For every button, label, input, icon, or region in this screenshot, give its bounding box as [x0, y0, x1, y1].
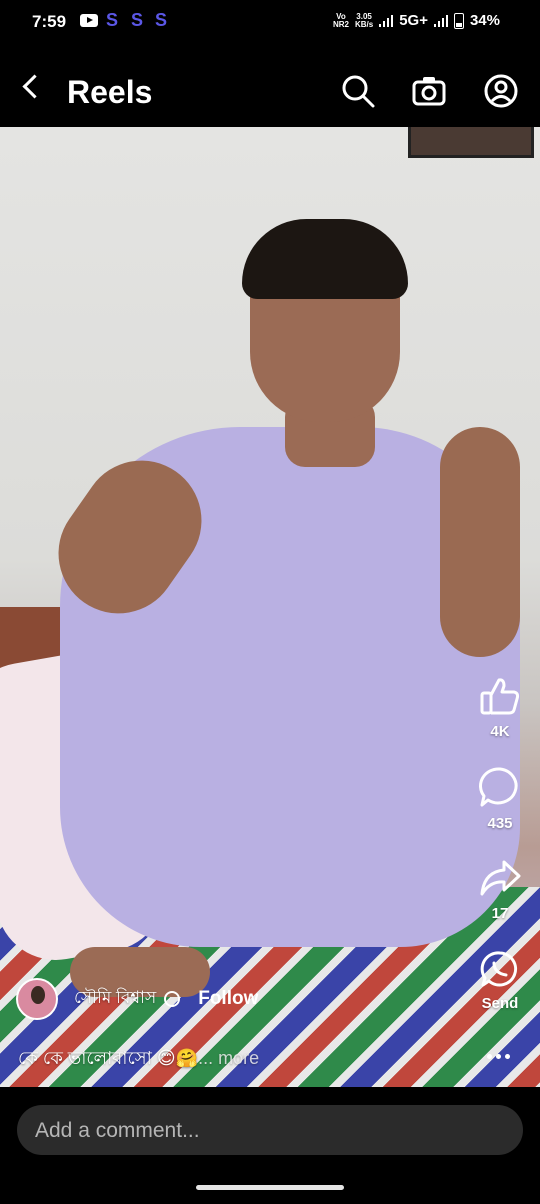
follow-button[interactable]: Follow — [198, 988, 258, 1010]
profile-icon[interactable] — [484, 74, 518, 108]
comment-button[interactable]: 435 — [460, 766, 540, 832]
status-bar: 7:59 S S S Vo NR2 3.05 KB/s 5G+ 34% — [0, 0, 540, 46]
s-notification-icon: S — [131, 10, 144, 30]
youtube-icon — [80, 14, 98, 27]
s-notification-icon: S — [155, 10, 168, 30]
thumbs-up-icon — [480, 678, 520, 715]
bottom-bar: Add a comment... — [0, 1087, 540, 1204]
caption-text: কে কে ভালোবাসো 😊🤗 — [18, 1048, 199, 1068]
battery-level: 34% — [469, 12, 500, 29]
creator-row: সৌমি বিশ্বাস Follow — [16, 978, 258, 1020]
person-arm — [440, 427, 520, 657]
back-icon[interactable] — [22, 74, 47, 99]
wall-picture-frame — [408, 127, 534, 158]
camera-icon[interactable] — [412, 74, 446, 108]
signal-icon — [433, 14, 448, 27]
more-link[interactable]: ... more — [198, 1048, 259, 1068]
person-hair — [242, 219, 408, 299]
search-icon[interactable] — [341, 74, 375, 108]
like-count: 4K — [490, 723, 510, 740]
comment-placeholder: Add a comment... — [35, 1119, 200, 1142]
send-button[interactable]: Send — [460, 950, 540, 1012]
creator-name[interactable]: সৌমি বিশ্বাস — [74, 985, 156, 1013]
status-time: 7:59 — [32, 12, 67, 31]
volte-indicator: Vo NR2 — [332, 11, 349, 29]
status-right: Vo NR2 3.05 KB/s 5G+ 34% — [333, 12, 500, 29]
s-notification-icon: S — [106, 10, 119, 30]
whatsapp-icon — [480, 951, 518, 987]
home-indicator[interactable] — [196, 1185, 344, 1190]
page-title: Reels — [67, 74, 153, 110]
share-button[interactable]: 17 — [460, 858, 540, 922]
network-speed: 3.05 KB/s — [354, 11, 374, 29]
reels-header: Reels — [0, 46, 540, 127]
network-type: 5G+ — [399, 12, 428, 29]
comment-count: 435 — [487, 815, 513, 832]
reel-video[interactable] — [0, 127, 540, 1087]
battery-icon — [453, 12, 464, 29]
avatar[interactable] — [16, 978, 58, 1020]
reel-caption[interactable]: কে কে ভালোবাসো 😊🤗... more — [18, 1044, 259, 1075]
comment-bubble-icon — [479, 767, 518, 807]
globe-icon — [164, 991, 181, 1007]
share-arrow-icon — [480, 860, 521, 896]
signal-icon — [379, 14, 394, 27]
like-button[interactable]: 4K — [460, 676, 540, 740]
more-options-icon[interactable] — [487, 1054, 510, 1059]
share-count: 17 — [491, 905, 509, 922]
send-label: Send — [481, 995, 519, 1012]
comment-input[interactable]: Add a comment... — [17, 1105, 523, 1155]
